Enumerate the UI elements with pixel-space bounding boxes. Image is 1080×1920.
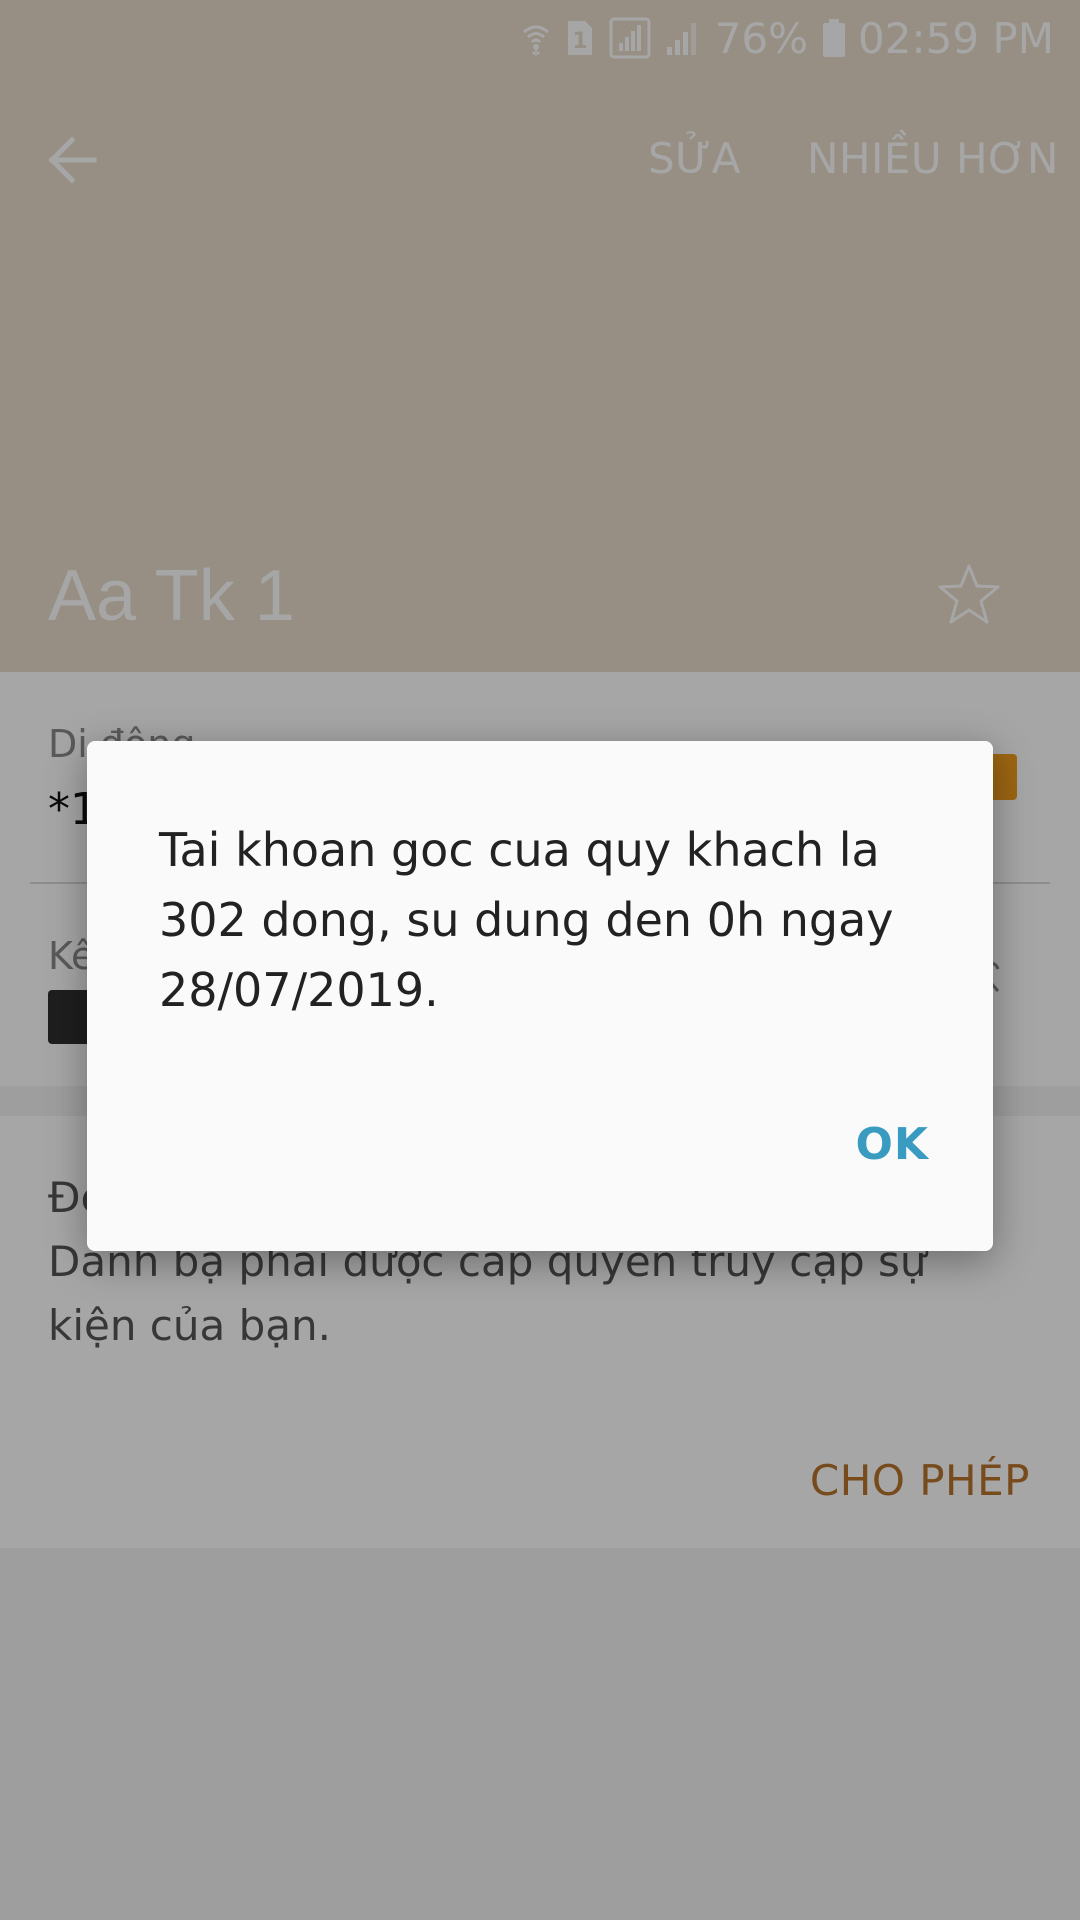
contact-detail-screen: 1 76% 02:59 PM SỬA NHIỀU HƠN Aa Tk 1 Di … <box>0 0 1080 1920</box>
ok-button[interactable]: OK <box>856 1119 930 1170</box>
dialog-message: Tai khoan goc cua quy khach la 302 dong,… <box>159 823 894 1017</box>
balance-dialog: Tai khoan goc cua quy khach la 302 dong,… <box>87 741 993 1251</box>
